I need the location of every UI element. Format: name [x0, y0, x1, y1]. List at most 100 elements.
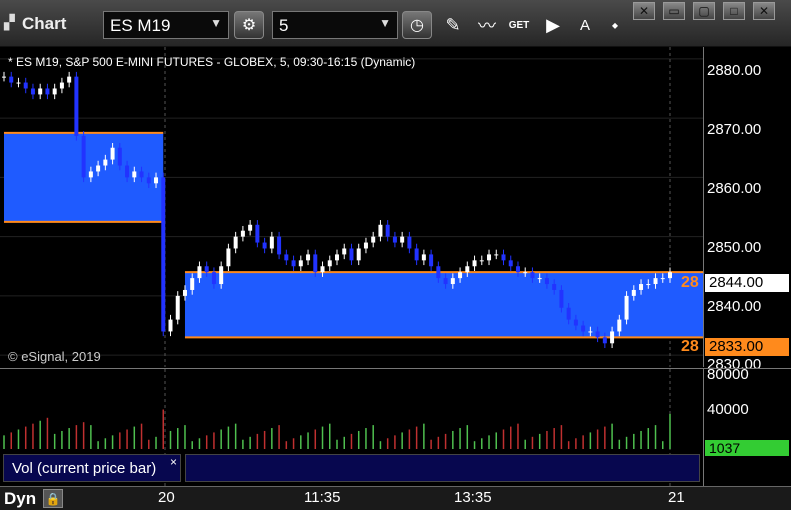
candle-body: [291, 260, 296, 267]
candle-body: [407, 236, 412, 249]
candle-body: [617, 319, 622, 332]
candle-body: [400, 236, 405, 243]
candle-body: [429, 254, 434, 267]
candle-body: [515, 266, 520, 273]
candle-body: [284, 254, 289, 261]
candle-body: [240, 230, 245, 237]
candle-body: [631, 289, 636, 296]
candle-body: [559, 289, 564, 308]
x-tick-label: 13:35: [454, 489, 492, 506]
y-tick-label: 2840.00: [707, 298, 762, 315]
candle-body: [38, 88, 43, 95]
window-title: Chart: [22, 14, 67, 33]
candle-body: [537, 278, 542, 280]
candle-body: [277, 236, 282, 255]
price-chart[interactable]: [0, 47, 703, 367]
candle-body: [610, 331, 615, 344]
candle-body: [646, 284, 651, 286]
candle-body: [67, 76, 72, 83]
candle-body: [653, 278, 658, 285]
candle-body: [392, 236, 397, 243]
restore-down-icon[interactable]: ▢: [693, 2, 715, 20]
candle-body: [74, 76, 79, 136]
candle-body: [313, 254, 318, 273]
candle-body: [168, 319, 173, 332]
vol-tick-label: 80000: [707, 366, 749, 383]
candle-body: [458, 272, 463, 279]
chart-toolbar: ▞ Chart ES M19 ▼ ⚙ 5 ▼ ◷ ✎ 〰 GET ▶ A ⬩ ✕…: [0, 0, 791, 47]
price-axis[interactable]: 2880.00 2870.00 2860.00 2850.00 2840.00 …: [703, 47, 791, 373]
candle-body: [125, 165, 130, 178]
clock-icon[interactable]: ◷: [402, 11, 432, 39]
candle-body: [660, 278, 665, 280]
get-icon[interactable]: GET: [506, 11, 532, 39]
candle-body: [443, 278, 448, 285]
play-icon[interactable]: ▶: [540, 11, 566, 39]
candle-body: [154, 177, 159, 184]
candle-body: [146, 177, 151, 184]
candle-body: [371, 236, 376, 243]
cursor-icon[interactable]: ⬩: [602, 11, 628, 39]
candle-body: [385, 224, 390, 237]
chart-info: * ES M19, S&P 500 E-MINI FUTURES - GLOBE…: [8, 55, 416, 69]
settings-gear-icon[interactable]: ⚙: [234, 11, 264, 39]
candle-body: [566, 307, 571, 320]
dynamic-mode-label[interactable]: Dyn: [4, 489, 36, 509]
candle-body: [81, 135, 86, 178]
candle-body: [588, 331, 593, 333]
symbol-input[interactable]: ES M19 ▼: [103, 11, 229, 39]
last-price-tag: 2844.00: [705, 274, 789, 292]
candle-body: [414, 248, 419, 261]
interval-value: 5: [279, 16, 289, 35]
maximize-icon[interactable]: □: [723, 2, 745, 20]
interval-input[interactable]: 5 ▼: [272, 11, 398, 39]
x-tick-label: 20: [158, 489, 175, 506]
candle-body: [639, 284, 644, 290]
symbol-value: ES M19: [110, 16, 171, 35]
indicator-icon[interactable]: 〰: [474, 11, 500, 39]
candle-body: [233, 236, 238, 249]
close-x-icon[interactable]: ✕: [753, 2, 775, 20]
alert-icon[interactable]: A: [572, 11, 598, 39]
candle-body: [175, 295, 180, 320]
chevron-down-icon[interactable]: ▼: [379, 16, 391, 30]
candle-body: [219, 266, 224, 285]
candle-body: [501, 254, 506, 261]
candle-body: [226, 248, 231, 267]
close-study-icon[interactable]: ×: [170, 455, 177, 469]
chevron-down-icon[interactable]: ▼: [210, 16, 222, 30]
candle-body: [349, 248, 354, 261]
candle-body: [320, 266, 325, 273]
candle-body: [624, 295, 629, 320]
candle-body: [356, 248, 361, 261]
candle-body: [197, 266, 202, 279]
candle-body: [103, 159, 108, 166]
y-tick-label: 2850.00: [707, 239, 762, 256]
candle-body: [544, 278, 549, 285]
candle-body: [211, 272, 216, 285]
time-axis-bar[interactable]: Dyn 🔒 20 11:35 13:35 21: [0, 486, 791, 510]
candle-body: [262, 242, 267, 249]
candle-body: [494, 254, 499, 256]
pencil-icon[interactable]: ✎: [440, 11, 466, 39]
candle-body: [161, 177, 166, 332]
candle-body: [479, 260, 484, 262]
volume-axis[interactable]: 80000 40000: [703, 366, 791, 487]
candle-body: [602, 337, 607, 344]
candle-body: [248, 224, 253, 231]
volume-study-label[interactable]: Vol (current price bar): [3, 454, 181, 482]
restore-icon[interactable]: ▭: [663, 2, 685, 20]
candle-body: [472, 260, 477, 267]
lock-icon[interactable]: 🔒: [43, 489, 63, 508]
candle-body: [2, 76, 6, 78]
candle-body: [595, 331, 600, 338]
y-tick-label: 2860.00: [707, 180, 762, 197]
candle-body: [96, 165, 101, 172]
candle-body: [59, 82, 64, 89]
candle-body: [132, 171, 137, 178]
close-icon[interactable]: ✕: [633, 2, 655, 20]
candle-body: [23, 82, 28, 89]
level-label-upper: 28: [681, 274, 699, 291]
candle-body: [552, 284, 557, 290]
candle-body: [421, 254, 426, 261]
